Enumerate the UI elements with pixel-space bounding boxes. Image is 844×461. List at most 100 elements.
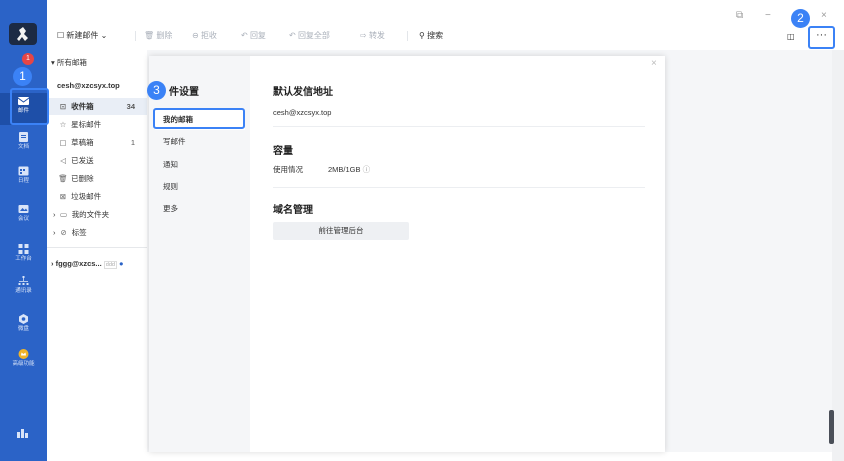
folder-sent[interactable]: ◁ 已发送 (47, 152, 147, 169)
reply-button[interactable]: ↶ 回复 (241, 29, 266, 43)
folder-my-folders[interactable]: › ▭ 我的文件夹 (47, 206, 147, 223)
all-mailboxes[interactable]: ▾ 所有邮箱 (47, 54, 147, 71)
compose-icon: ☐ (57, 31, 65, 40)
section-divider (273, 187, 645, 188)
folder-inbox[interactable]: ⊡ 收件箱 34 (47, 98, 147, 115)
highlight-my-mailbox (153, 108, 245, 129)
tag-icon: ⊘ (60, 228, 67, 237)
window-pin-icon[interactable]: ⧉ (736, 10, 743, 21)
dialog-title: 件设置 (169, 87, 199, 98)
rail-item-advanced[interactable]: 高级功能 (0, 346, 47, 378)
highlight-mail (10, 88, 49, 125)
split-view-icon[interactable]: ◫ (787, 30, 795, 44)
rail-label: 会议 (17, 216, 29, 222)
rail-label: 文档 (17, 144, 29, 150)
rail-item-drive[interactable]: 微盘 (0, 311, 47, 343)
toolbar: ☐ 新建邮件 ⌄ 🗑 删除 ⊖ 拒收 ↶ 回复 ↶ 回复全部 ⇨ 转发 ⚲ 搜索… (47, 0, 844, 50)
account-row[interactable]: cesh@xzcsyx.top (47, 77, 147, 94)
search-icon: ⚲ (419, 31, 425, 40)
section-divider (273, 126, 645, 127)
advanced-crown-icon (18, 349, 29, 359)
docs-icon (19, 132, 28, 142)
chevron-right-icon: › (53, 210, 56, 219)
inbox-count: 34 (126, 102, 135, 111)
default-address-title: 默认发信地址 (273, 87, 333, 98)
account-tag: ddd (103, 261, 117, 269)
info-icon[interactable]: ⓘ (363, 165, 371, 174)
calendar-icon (18, 166, 29, 176)
reply-all-icon: ↶ (289, 31, 296, 40)
rail-label: 工作台 (15, 256, 32, 262)
rail-label: 日程 (17, 178, 29, 184)
rail-label: 微盘 (17, 326, 29, 332)
avatar[interactable] (9, 23, 37, 45)
star-icon: ☆ (59, 120, 67, 129)
contacts-icon (18, 276, 29, 285)
minimize-icon[interactable]: − (765, 10, 771, 21)
forward-button[interactable]: ⇨ 转发 (360, 29, 385, 43)
goto-admin-button[interactable]: 前往管理后台 (273, 222, 409, 240)
right-strip (832, 50, 844, 461)
capacity-title: 容量 (273, 146, 293, 157)
marker-2: 2 (791, 9, 810, 28)
default-address-value[interactable]: cesh@xzcsyx.top (273, 108, 331, 117)
nav-compose[interactable]: 写邮件 (155, 132, 245, 152)
marker-1: 1 (13, 67, 32, 86)
reject-button[interactable]: ⊖ 拒收 (192, 29, 217, 43)
reply-all-button[interactable]: ↶ 回复全部 (289, 29, 330, 43)
account2-row[interactable]: › fggg@xzcs... ddd ● (47, 255, 147, 272)
notification-badge: 1 (22, 53, 34, 65)
highlight-more (808, 26, 835, 49)
trash-icon: 🗑 (144, 31, 155, 40)
send-icon: ◁ (60, 156, 66, 165)
nav-more[interactable]: 更多 (155, 199, 245, 219)
bottom-app-icon[interactable] (16, 427, 30, 439)
scroll-handle[interactable] (829, 410, 834, 444)
trash-icon: 🗑 (58, 174, 68, 183)
folder-starred[interactable]: ☆ 星标邮件 (47, 116, 147, 133)
meeting-icon (18, 205, 29, 213)
forward-icon: ⇨ (360, 31, 367, 40)
folder-tags[interactable]: › ⊘ 标签 (47, 224, 147, 241)
rail-item-workbench[interactable]: 工作台 (0, 241, 47, 273)
rail-item-meeting[interactable]: 会议 (0, 201, 47, 233)
unread-dot-icon: ● (119, 259, 124, 268)
drafts-count: 1 (130, 138, 135, 147)
rail-item-contacts[interactable]: 通讯录 (0, 273, 47, 305)
toolbar-divider (135, 31, 136, 41)
tree-divider (47, 247, 147, 248)
rail-label: 通讯录 (15, 288, 32, 294)
reply-icon: ↶ (241, 31, 248, 40)
workbench-grid-icon (18, 244, 29, 254)
close-window-icon[interactable]: × (821, 10, 827, 21)
delete-button[interactable]: 🗑 删除 (144, 29, 172, 43)
chevron-right-icon: › (53, 228, 56, 237)
inbox-icon: ⊡ (59, 102, 67, 111)
nav-notifications[interactable]: 通知 (155, 155, 245, 175)
folder-drafts[interactable]: ▢ 草稿箱 1 (47, 134, 147, 151)
domain-title: 域名管理 (273, 205, 313, 216)
usage-value: 2MB/1GB ⓘ (328, 165, 371, 174)
rail-item-docs[interactable]: 文档 (0, 129, 47, 161)
folder-tree: ▾ 所有邮箱 cesh@xzcsyx.top ⊡ 收件箱 34 ☆ 星标邮件 ▢… (47, 50, 147, 461)
usage-label: 使用情况 (273, 165, 303, 174)
chevron-right-icon: › (51, 259, 54, 268)
compose-button[interactable]: ☐ 新建邮件 ⌄ (57, 29, 107, 43)
drive-hexagon-icon (19, 314, 28, 324)
dialog-close-icon[interactable]: × (651, 58, 657, 69)
chevron-down-icon: ⌄ (100, 31, 108, 40)
folder-spam[interactable]: ⊠ 垃圾邮件 (47, 188, 147, 205)
nav-rules[interactable]: 规则 (155, 177, 245, 197)
chevron-down-icon: ▾ (51, 58, 55, 67)
reject-icon: ⊖ (192, 31, 199, 40)
folder-icon: ▭ (60, 210, 68, 219)
search-button[interactable]: ⚲ 搜索 (419, 29, 443, 43)
rail-label: 高级功能 (12, 361, 35, 367)
spam-icon: ⊠ (59, 192, 67, 201)
toolbar-divider (407, 31, 408, 41)
folder-deleted[interactable]: 🗑 已删除 (47, 170, 147, 187)
draft-icon: ▢ (59, 138, 67, 147)
marker-3: 3 (147, 81, 166, 100)
rail-item-calendar[interactable]: 日程 (0, 163, 47, 195)
avatar-figure-icon (17, 27, 28, 41)
